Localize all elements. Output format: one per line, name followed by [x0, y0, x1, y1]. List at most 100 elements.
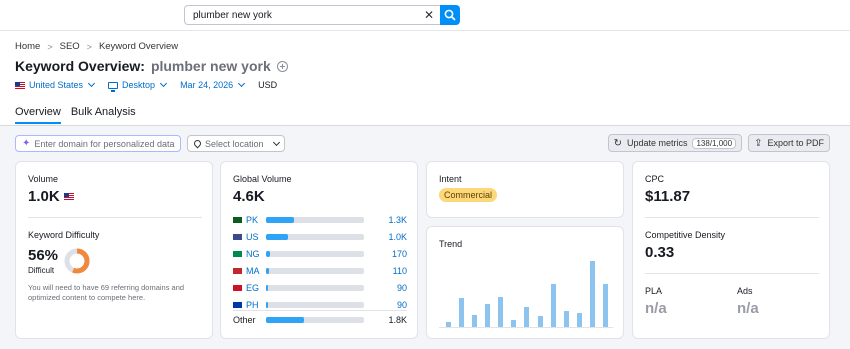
keyword-difficulty-label: Keyword Difficulty	[28, 230, 100, 240]
country-volume-bar	[266, 285, 268, 291]
keyword-difficulty-description: You will need to have 69 referring domai…	[28, 283, 185, 302]
device-select[interactable]: Desktop	[108, 79, 168, 92]
trend-bar	[459, 297, 465, 327]
refresh-icon: ↻	[613, 137, 622, 149]
gv-other-label: Other	[233, 315, 256, 325]
country-volume-bar	[266, 302, 268, 308]
chevron-down-icon	[238, 79, 246, 88]
device-label: Desktop	[122, 80, 156, 90]
country-code[interactable]: MA	[246, 266, 266, 276]
breadcrumb-seo[interactable]: SEO	[60, 41, 80, 52]
tab-overview[interactable]: Overview	[15, 106, 61, 124]
country-select[interactable]: United States	[15, 79, 96, 90]
toolbar-left: ✦ Enter domain for personalized data Sel…	[15, 135, 285, 152]
top-bar: ✕	[0, 0, 850, 30]
date-select[interactable]: Mar 24, 2026	[180, 79, 246, 90]
location-select[interactable]: Select location	[187, 135, 285, 152]
country-volume-track	[266, 268, 364, 274]
trend-bar	[589, 260, 595, 327]
domain-placeholder: Enter domain for personalized data	[34, 138, 175, 149]
country-label: United States	[29, 80, 84, 90]
global-volume-row: MA 110	[233, 263, 407, 279]
page-header: Home > SEO > Keyword Overview Keyword Ov…	[0, 30, 850, 126]
country-volume-bar	[266, 268, 269, 274]
breadcrumb: Home > SEO > Keyword Overview	[15, 41, 178, 52]
us-flag-icon	[15, 81, 25, 89]
page-title: Keyword Overview: plumber new york	[15, 58, 288, 74]
export-pdf-label: Export to PDF	[767, 138, 824, 148]
country-volume-value[interactable]: 90	[397, 283, 407, 293]
trend-card: Trend	[426, 226, 624, 339]
monitor-icon	[108, 81, 119, 92]
cpc-card: CPC $11.87 Competitive Density 0.33 PLA …	[632, 161, 830, 339]
country-volume-value[interactable]: 110	[393, 266, 407, 276]
volume-value-row: 1.0K	[28, 188, 74, 205]
gv-divider	[233, 310, 407, 311]
clear-icon[interactable]: ✕	[424, 8, 434, 22]
chevron-right-icon: >	[47, 41, 53, 52]
volume-card: Volume 1.0K Keyword Difficulty 56% Diffi…	[15, 161, 213, 339]
country-volume-track	[266, 251, 364, 257]
location-pin-icon	[192, 138, 203, 149]
global-volume-row: NG 170	[233, 246, 407, 262]
domain-input[interactable]: ✦ Enter domain for personalized data	[15, 135, 181, 152]
breadcrumb-home[interactable]: Home	[15, 41, 40, 52]
gv-other-track	[266, 317, 364, 323]
chevron-down-icon	[160, 79, 168, 88]
breadcrumb-current: Keyword Overview	[98, 41, 179, 52]
country-flag-icon	[233, 302, 242, 308]
intent-label: Intent	[439, 174, 462, 184]
trend-chart	[444, 260, 614, 327]
keyword-difficulty-level: Difficult	[28, 266, 55, 275]
ads-label: Ads	[737, 286, 753, 296]
sparkle-icon: ✦	[22, 138, 31, 149]
pla-label: PLA	[645, 286, 663, 296]
trend-bar	[524, 306, 530, 327]
tabs: Overview Bulk Analysis	[15, 106, 136, 124]
export-pdf-button[interactable]: ⇪ Export to PDF	[748, 134, 830, 152]
cpc-label: CPC	[645, 174, 665, 184]
update-metrics-button[interactable]: ↻ Update metrics 138/1,000	[607, 134, 743, 152]
country-flag-icon	[233, 268, 242, 274]
global-volume-label: Global Volume	[233, 174, 292, 184]
update-metrics-count: 138/1,000	[692, 137, 737, 149]
country-volume-value[interactable]: 170	[392, 249, 407, 259]
update-metrics-label: Update metrics	[626, 138, 688, 148]
trend-bar	[498, 296, 504, 327]
page-title-prefix: Keyword Overview:	[15, 58, 145, 74]
trend-baseline	[439, 327, 613, 328]
global-volume-row: US 1.0K	[233, 229, 407, 245]
search-button[interactable]	[440, 5, 460, 25]
currency-label: USD	[258, 80, 278, 90]
pla-value: n/a	[645, 300, 667, 317]
search-box[interactable]: ✕	[184, 5, 440, 25]
country-code[interactable]: EG	[246, 283, 266, 293]
global-volume-card: Global Volume 4.6K PK 1.3K US 1.0K NG 170 MA 11…	[220, 161, 418, 339]
toolbar-right: ↻ Update metrics 138/1,000 ⇪ Export to P…	[607, 134, 830, 152]
gv-other-value: 1.8K	[388, 315, 407, 325]
add-to-list-icon[interactable]	[276, 60, 288, 72]
date-label: Mar 24, 2026	[180, 80, 234, 90]
card-divider	[645, 273, 819, 274]
card-divider	[28, 217, 202, 218]
country-code[interactable]: PH	[246, 300, 266, 310]
country-code[interactable]: US	[246, 232, 266, 242]
tab-bulk-analysis[interactable]: Bulk Analysis	[71, 106, 136, 124]
chevron-down-icon	[87, 79, 96, 88]
country-volume-value[interactable]: 1.0K	[388, 232, 407, 242]
us-flag-icon	[63, 193, 74, 200]
trend-bar	[485, 304, 491, 327]
country-volume-value[interactable]: 90	[397, 300, 407, 310]
country-flag-icon	[233, 285, 242, 291]
search-input[interactable]	[193, 10, 413, 21]
location-placeholder: Select location	[205, 138, 264, 149]
country-flag-icon	[233, 251, 242, 257]
trend-bar	[537, 315, 543, 327]
trend-bar	[602, 283, 608, 327]
country-code[interactable]: NG	[246, 249, 266, 259]
cpc-value: $11.87	[645, 188, 691, 205]
country-code[interactable]: PK	[246, 215, 266, 225]
country-volume-bar	[266, 217, 295, 223]
country-volume-value[interactable]: 1.3K	[388, 215, 407, 225]
country-volume-track	[266, 217, 364, 223]
